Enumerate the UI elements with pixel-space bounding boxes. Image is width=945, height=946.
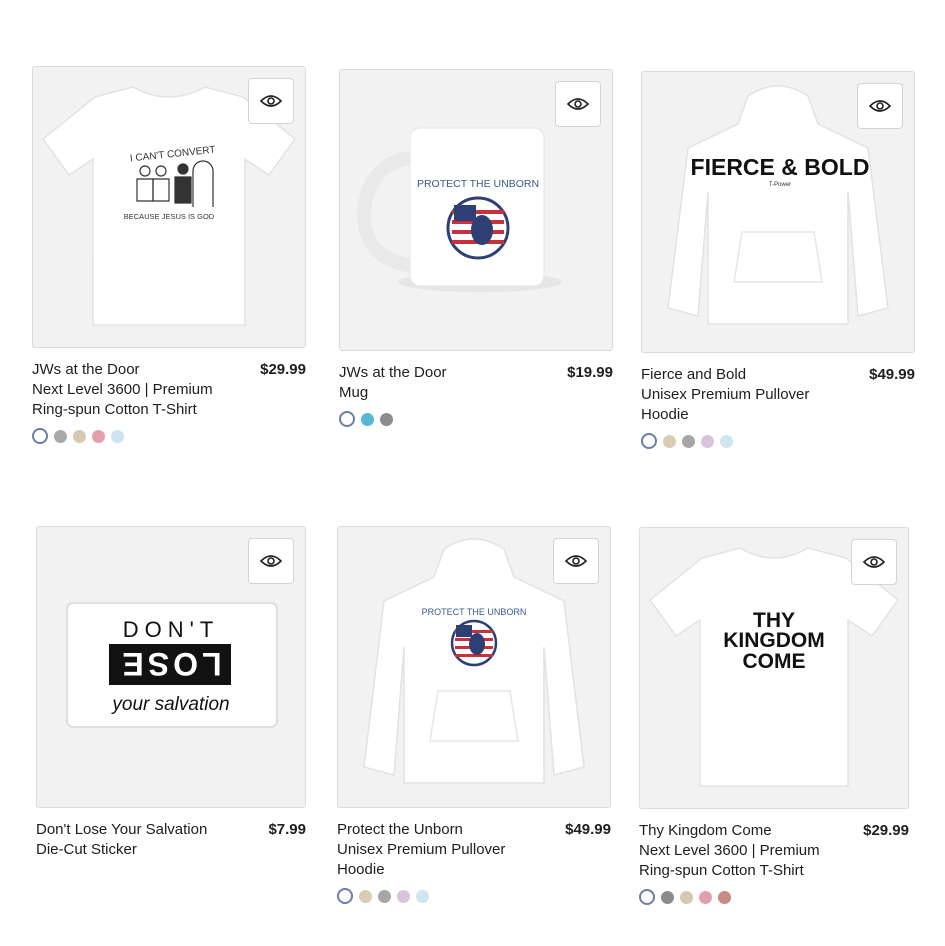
product-price: $19.99 xyxy=(567,364,613,381)
svg-text:COME: COME xyxy=(743,650,806,673)
product-image[interactable]: PROTECT THE UNBORN xyxy=(339,69,613,351)
product-title[interactable]: JWs at the Door xyxy=(32,360,242,380)
color-swatch[interactable] xyxy=(32,428,48,444)
color-swatch[interactable] xyxy=(682,434,695,448)
product-title[interactable]: Fierce and Bold xyxy=(641,365,851,385)
color-swatch[interactable] xyxy=(720,434,733,448)
color-swatch[interactable] xyxy=(111,429,124,443)
color-swatch[interactable] xyxy=(337,888,353,904)
quick-view-button[interactable] xyxy=(553,538,599,584)
svg-text:FIERCE & BOLD: FIERCE & BOLD xyxy=(691,154,870,180)
product-image[interactable]: DON'T LOSE your salvation xyxy=(36,526,306,808)
product-image[interactable]: FIERCE & BOLD T-Power xyxy=(641,71,915,353)
product-subtitle[interactable]: Unisex Premium Pullover Hoodie xyxy=(337,840,557,880)
product-subtitle[interactable]: Unisex Premium Pullover Hoodie xyxy=(641,385,861,425)
svg-text:DON'T: DON'T xyxy=(123,617,220,642)
color-swatches xyxy=(641,433,915,449)
product-price: $7.99 xyxy=(268,821,306,838)
eye-icon xyxy=(567,98,589,110)
quick-view-button[interactable] xyxy=(248,78,294,124)
product-image[interactable]: PROTECT THE UNBORN xyxy=(337,526,611,808)
color-swatches xyxy=(337,888,611,904)
eye-icon xyxy=(869,100,891,112)
color-swatch[interactable] xyxy=(359,889,372,903)
product-title[interactable]: JWs at the Door xyxy=(339,363,549,383)
product-subtitle[interactable]: Next Level 3600 | Premium Ring-spun Cott… xyxy=(639,841,859,881)
product-subtitle[interactable]: Die-Cut Sticker xyxy=(36,840,256,860)
color-swatch[interactable] xyxy=(680,890,693,904)
color-swatch[interactable] xyxy=(361,412,374,426)
color-swatch[interactable] xyxy=(718,890,731,904)
color-swatches xyxy=(339,411,613,427)
product-title[interactable]: Thy Kingdom Come xyxy=(639,821,849,841)
color-swatch[interactable] xyxy=(73,429,86,443)
color-swatch[interactable] xyxy=(339,411,355,427)
eye-icon xyxy=(863,556,885,568)
product-image[interactable]: THY KINGDOM COME xyxy=(639,527,909,809)
product-price: $49.99 xyxy=(869,366,915,383)
product-image[interactable]: I CAN'T CONVERT BECAUSE JESUS IS GOD xyxy=(32,66,306,348)
product-price: $49.99 xyxy=(565,821,611,838)
quick-view-button[interactable] xyxy=(248,538,294,584)
color-swatches xyxy=(32,428,306,444)
quick-view-button[interactable] xyxy=(851,539,897,585)
color-swatch[interactable] xyxy=(661,890,674,904)
svg-text:your salvation: your salvation xyxy=(110,694,229,715)
svg-text:PROTECT THE UNBORN: PROTECT THE UNBORN xyxy=(422,607,527,617)
color-swatch[interactable] xyxy=(639,889,655,905)
color-swatch[interactable] xyxy=(54,429,67,443)
quick-view-button[interactable] xyxy=(555,81,601,127)
color-swatches xyxy=(639,889,909,905)
svg-text:BECAUSE JESUS IS GOD: BECAUSE JESUS IS GOD xyxy=(124,212,215,221)
product-price: $29.99 xyxy=(863,822,909,839)
quick-view-button[interactable] xyxy=(857,83,903,129)
product-title[interactable]: Don't Lose Your Salvation xyxy=(36,820,246,840)
eye-icon xyxy=(260,95,282,107)
product-title[interactable]: Protect the Unborn xyxy=(337,820,547,840)
eye-icon xyxy=(260,555,282,567)
product-price: $29.99 xyxy=(260,361,306,378)
svg-text:KINGDOM: KINGDOM xyxy=(723,629,825,652)
color-swatch[interactable] xyxy=(378,889,391,903)
svg-text:PROTECT THE UNBORN: PROTECT THE UNBORN xyxy=(417,178,539,190)
color-swatch[interactable] xyxy=(380,412,393,426)
color-swatch[interactable] xyxy=(699,890,712,904)
color-swatch[interactable] xyxy=(416,889,429,903)
color-swatch[interactable] xyxy=(641,433,657,449)
svg-text:LOSE: LOSE xyxy=(118,646,221,682)
color-swatch[interactable] xyxy=(701,434,714,448)
color-swatch[interactable] xyxy=(92,429,105,443)
product-subtitle[interactable]: Mug xyxy=(339,383,559,403)
color-swatch[interactable] xyxy=(663,434,676,448)
eye-icon xyxy=(565,555,587,567)
color-swatch[interactable] xyxy=(397,889,410,903)
product-subtitle[interactable]: Next Level 3600 | Premium Ring-spun Cott… xyxy=(32,380,252,420)
svg-text:T-Power: T-Power xyxy=(769,182,791,188)
